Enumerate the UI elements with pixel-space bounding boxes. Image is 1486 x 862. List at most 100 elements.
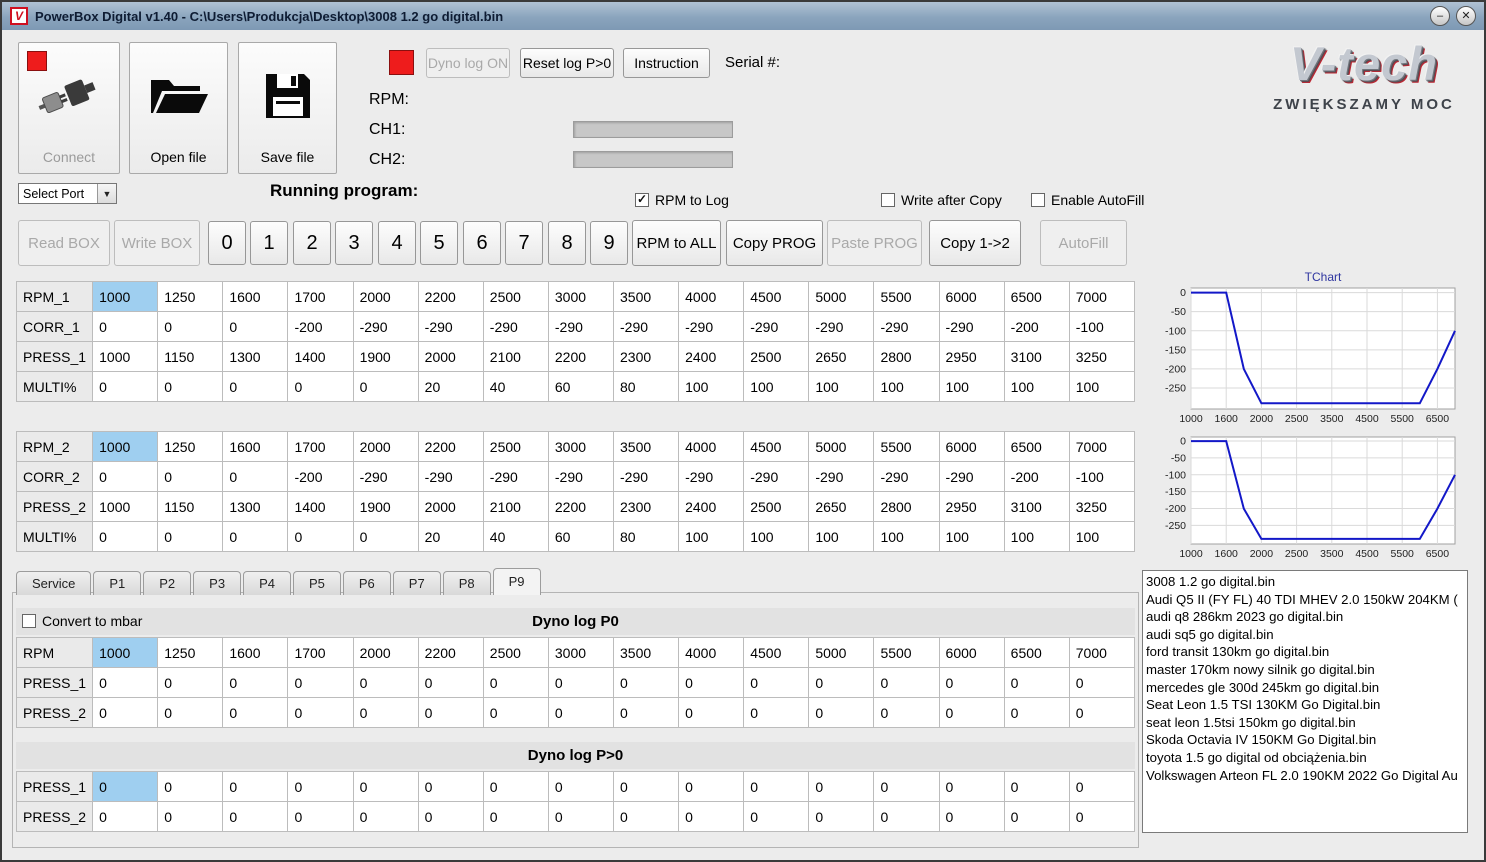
table-cell[interactable]: 2200: [547, 491, 615, 522]
table-cell[interactable]: -290: [547, 461, 615, 492]
table-cell[interactable]: -290: [417, 311, 484, 342]
table-cell[interactable]: 1250: [157, 431, 224, 462]
table-cell[interactable]: 2300: [612, 341, 680, 372]
table-cell[interactable]: 0: [287, 521, 354, 552]
table-cell[interactable]: 0: [743, 801, 810, 832]
table-cell[interactable]: -100: [1068, 311, 1136, 342]
table-cell[interactable]: 0: [92, 521, 159, 552]
table-cell[interactable]: 1000: [92, 491, 159, 522]
table-cell[interactable]: 0: [157, 667, 224, 698]
table-cell[interactable]: 0: [547, 771, 615, 802]
table-cell[interactable]: 100: [873, 371, 940, 402]
read-box-button[interactable]: Read BOX: [18, 220, 110, 266]
table-cell[interactable]: 100: [743, 521, 810, 552]
table-cell[interactable]: 2800: [873, 491, 940, 522]
table-cell[interactable]: 1700: [287, 281, 354, 312]
table-cell[interactable]: 0: [808, 697, 875, 728]
table-cell[interactable]: 0: [1003, 697, 1070, 728]
table-cell[interactable]: 3100: [1003, 341, 1070, 372]
table-cell[interactable]: -290: [482, 461, 549, 492]
table-cell[interactable]: 60: [547, 371, 615, 402]
table-cell[interactable]: 0: [352, 771, 419, 802]
table-cell[interactable]: 0: [808, 667, 875, 698]
table-cell[interactable]: 0: [612, 801, 680, 832]
table-cell[interactable]: 100: [808, 371, 875, 402]
program-button-5[interactable]: 5: [420, 221, 458, 265]
table-cell[interactable]: 20: [417, 521, 484, 552]
table-cell[interactable]: -290: [547, 311, 615, 342]
list-item[interactable]: master 170km nowy silnik go digital.bin: [1146, 661, 1467, 679]
table-cell[interactable]: 0: [743, 667, 810, 698]
table-cell[interactable]: 0: [873, 801, 940, 832]
table-cell[interactable]: 3100: [1003, 491, 1070, 522]
table-cell[interactable]: 4500: [743, 281, 810, 312]
table-cell[interactable]: 2800: [873, 341, 940, 372]
file-list[interactable]: 3008 1.2 go digital.bin Audi Q5 II (FY FL…: [1142, 570, 1468, 833]
table-cell[interactable]: -290: [612, 311, 680, 342]
table-cell[interactable]: -290: [743, 311, 810, 342]
table-cell[interactable]: 100: [1068, 521, 1136, 552]
table-cell[interactable]: 1000: [92, 431, 159, 462]
table-cell[interactable]: 0: [547, 697, 615, 728]
table-cell[interactable]: 20: [417, 371, 484, 402]
table-cell[interactable]: -290: [743, 461, 810, 492]
table-cell[interactable]: 0: [678, 771, 745, 802]
checkbox-box[interactable]: [881, 193, 895, 207]
checkbox-box[interactable]: [1031, 193, 1045, 207]
table-cell[interactable]: 0: [547, 801, 615, 832]
rpm-to-all-button[interactable]: RPM to ALL: [632, 220, 721, 266]
reset-log-button[interactable]: Reset log P>0: [520, 48, 614, 78]
table-cell[interactable]: 0: [482, 697, 549, 728]
table-cell[interactable]: 80: [612, 371, 680, 402]
table-cell[interactable]: 7000: [1068, 637, 1136, 668]
table-cell[interactable]: 1000: [92, 637, 159, 668]
table-cell[interactable]: 0: [157, 521, 224, 552]
table-cell[interactable]: 0: [482, 801, 549, 832]
table-cell[interactable]: 0: [222, 311, 289, 342]
list-item[interactable]: Seat Leon 1.5 TSI 130KM Go Digital.bin: [1146, 696, 1467, 714]
write-box-button[interactable]: Write BOX: [114, 220, 200, 266]
table-cell[interactable]: 6000: [938, 431, 1005, 462]
table-cell[interactable]: 0: [743, 697, 810, 728]
table-cell[interactable]: 0: [417, 697, 484, 728]
table-cell[interactable]: 2500: [743, 491, 810, 522]
program-button-7[interactable]: 7: [505, 221, 543, 265]
table-cell[interactable]: 0: [1068, 697, 1136, 728]
table-cell[interactable]: 0: [938, 801, 1005, 832]
table-cell[interactable]: 0: [222, 521, 289, 552]
table-cell[interactable]: 2000: [417, 491, 484, 522]
copy-1-to-2-button[interactable]: Copy 1->2: [929, 220, 1021, 266]
program-button-3[interactable]: 3: [335, 221, 373, 265]
table-cell[interactable]: 3250: [1068, 341, 1136, 372]
table-cell[interactable]: -200: [287, 311, 354, 342]
table-cell[interactable]: 4500: [743, 431, 810, 462]
table-cell[interactable]: 0: [157, 771, 224, 802]
table-cell[interactable]: 2300: [612, 491, 680, 522]
table-cell[interactable]: 0: [678, 667, 745, 698]
table-cell[interactable]: -290: [938, 311, 1005, 342]
table-cell[interactable]: 2650: [808, 491, 875, 522]
table-cell[interactable]: 1250: [157, 637, 224, 668]
table-cell[interactable]: 100: [808, 521, 875, 552]
table-cell[interactable]: 2650: [808, 341, 875, 372]
table-cell[interactable]: 1150: [157, 491, 224, 522]
table-cell[interactable]: 0: [92, 801, 159, 832]
table-cell[interactable]: 2100: [482, 491, 549, 522]
table-cell[interactable]: 2400: [678, 491, 745, 522]
table-cell[interactable]: 100: [1003, 521, 1070, 552]
table-cell[interactable]: 4500: [743, 637, 810, 668]
table-cell[interactable]: -100: [1068, 461, 1136, 492]
table-cell[interactable]: 0: [612, 771, 680, 802]
table-cell[interactable]: 3500: [612, 637, 680, 668]
table-cell[interactable]: 0: [1068, 667, 1136, 698]
tab-p4[interactable]: P4: [243, 571, 291, 595]
program-button-6[interactable]: 6: [463, 221, 501, 265]
table-cell[interactable]: 0: [352, 667, 419, 698]
table-cell[interactable]: 0: [938, 667, 1005, 698]
table-cell[interactable]: 0: [678, 801, 745, 832]
program-button-2[interactable]: 2: [293, 221, 331, 265]
tab-p8[interactable]: P8: [442, 571, 491, 595]
instruction-button[interactable]: Instruction: [623, 48, 710, 78]
table-cell[interactable]: 2100: [482, 341, 549, 372]
list-item[interactable]: seat leon 1.5tsi 150km go digital.bin: [1146, 714, 1467, 732]
